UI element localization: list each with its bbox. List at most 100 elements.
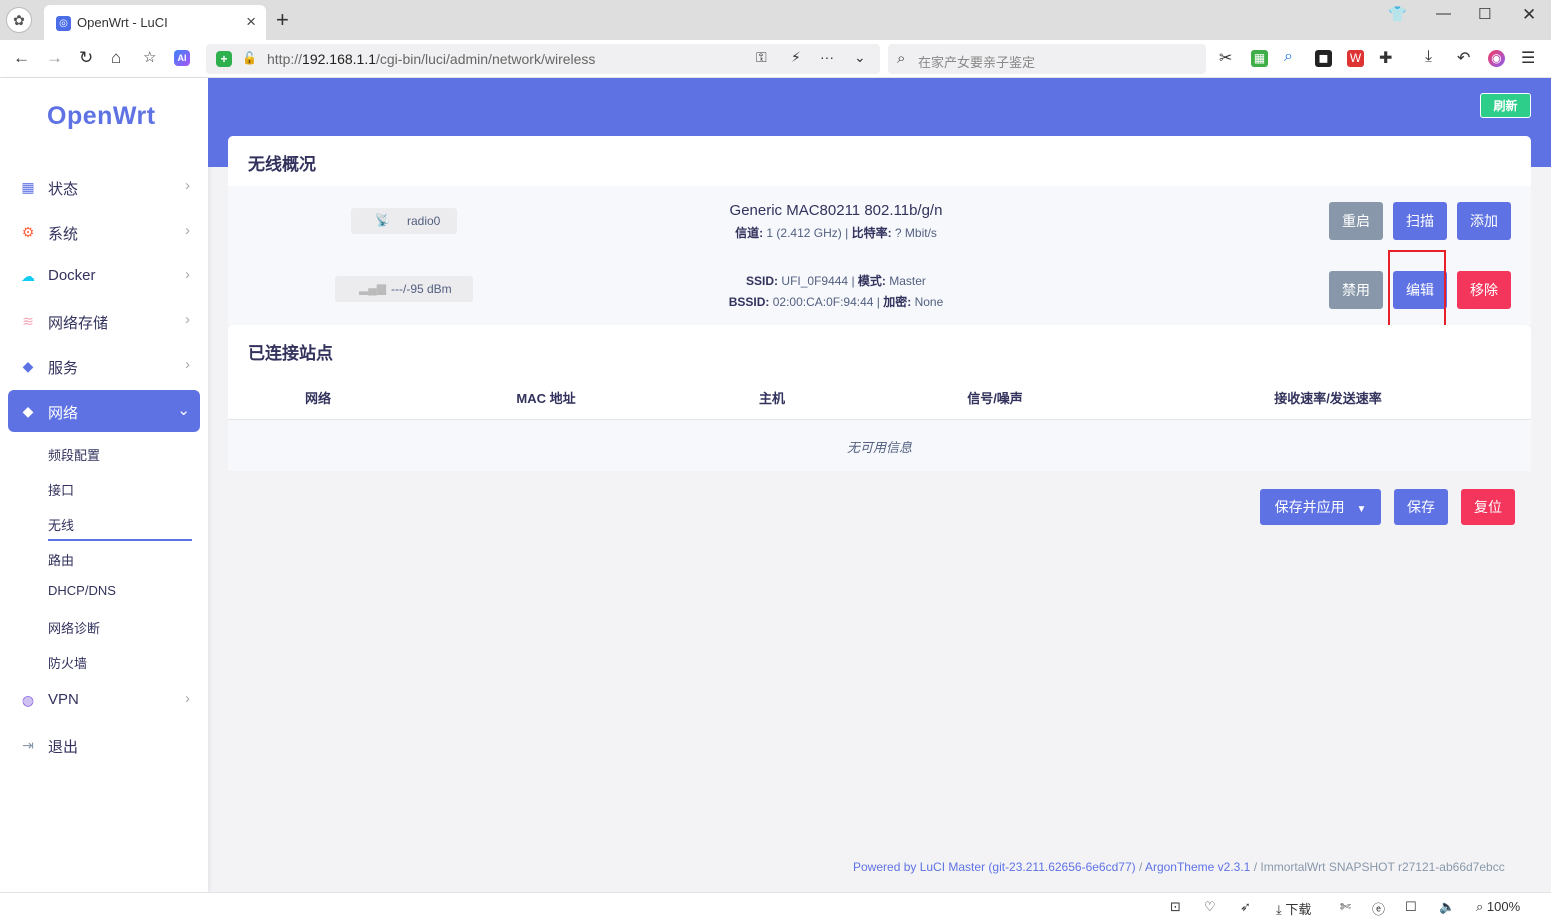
maximize-icon[interactable]: ☐ (1478, 5, 1491, 23)
chevron-right-icon: › (185, 690, 190, 707)
restart-button[interactable]: 重启 (1329, 202, 1383, 240)
chevron-down-icon: ⌄ (177, 402, 190, 419)
column-rate: 接收速率/发送速率 (1274, 391, 1382, 406)
chevron-down-icon[interactable]: ⌄ (854, 49, 866, 66)
wireless-overview-title: 无线概况 (248, 155, 316, 174)
save-apply-label: 保存并应用 (1274, 499, 1345, 515)
puzzle-icon[interactable]: ✚ (1379, 48, 1392, 68)
sidebar-sub-routes[interactable]: 路由 (48, 550, 74, 569)
zoom-icon: ⌕ (1476, 899, 1484, 914)
column-mac: MAC 地址 (516, 391, 576, 406)
refresh-button[interactable]: 刷新 (1480, 93, 1531, 118)
add-button[interactable]: 添加 (1457, 202, 1511, 240)
save-button[interactable]: 保存 (1394, 489, 1448, 525)
browser-logo-icon[interactable]: ✿ (6, 7, 32, 33)
storage-icon: ≋ (22, 313, 34, 329)
sidebar-item-label: 状态 (48, 181, 79, 198)
ai-assistant-icon[interactable]: AI (174, 50, 190, 66)
sidebar-item-docker[interactable]: ☁ Docker › (8, 255, 200, 297)
chevron-right-icon: › (185, 222, 190, 239)
theme-link[interactable]: ArgonTheme v2.3.1 (1145, 860, 1250, 874)
page-footer: Powered by LuCI Master (git-23.211.62656… (853, 860, 1505, 874)
edit-highlight-box (1388, 250, 1446, 332)
insecure-icon[interactable]: 🔓 (242, 51, 257, 65)
grid-extension-icon[interactable]: ▦ (1251, 50, 1268, 67)
sidebar-item-label: VPN (48, 691, 79, 708)
close-window-icon[interactable]: ✕ (1522, 5, 1536, 25)
table-row: 无可用信息 (228, 420, 1531, 471)
chevron-right-icon: › (185, 266, 190, 283)
search-box[interactable]: ⌕ 在家产女要亲子鉴定 (888, 44, 1206, 74)
scissors-icon[interactable]: ✂ (1219, 48, 1232, 68)
home-icon[interactable]: ⌂ (111, 48, 121, 68)
sidebar-item-system[interactable]: ⚙ 系统 › (8, 211, 200, 253)
lightning-icon[interactable]: ⚡ (791, 49, 801, 66)
security-shield-icon[interactable]: + (216, 51, 232, 67)
scan-button[interactable]: 扫描 (1393, 202, 1447, 240)
docker-icon: ☁ (21, 268, 35, 284)
ai-ring-icon[interactable]: ◉ (1488, 50, 1505, 67)
ie-icon[interactable]: ⓔ (1372, 899, 1385, 918)
remove-button[interactable]: 移除 (1457, 271, 1511, 309)
caret-down-icon: ▼ (1356, 504, 1367, 515)
game-extension-icon[interactable]: ◼ (1315, 50, 1332, 67)
network-ssid-info: SSID: UFI_0F9444 | 模式: Master (746, 274, 926, 288)
sidebar-sub-interfaces[interactable]: 接口 (48, 480, 74, 499)
sidebar-item-label: 服务 (48, 360, 79, 377)
new-tab-icon[interactable]: + (276, 7, 289, 33)
search-icon: ⌕ (897, 50, 906, 67)
cut-icon[interactable]: ✄ (1340, 899, 1351, 915)
key-icon[interactable]: ⚿ (756, 49, 767, 66)
sidebar-item-vpn[interactable]: ◍ VPN › (8, 679, 200, 721)
save-apply-button[interactable]: 保存并应用 ▼ (1260, 489, 1381, 525)
sidebar-item-status[interactable]: ▦ 状态 › (8, 166, 200, 208)
window-icon[interactable]: ☐ (1405, 899, 1417, 915)
empty-message: 无可用信息 (846, 440, 912, 455)
magnifier-extension-icon[interactable]: ⌕ (1284, 48, 1293, 66)
close-tab-icon[interactable]: × (246, 12, 256, 32)
sidebar-item-storage[interactable]: ≋ 网络存储 › (8, 300, 200, 342)
network-bssid-info: BSSID: 02:00:CA:0F:94:44 | 加密: None (728, 295, 944, 309)
download-status-button[interactable]: ⤓ 下载 (1276, 899, 1311, 918)
sidebar-sub-wireless[interactable]: 无线 (48, 515, 74, 534)
active-sub-indicator (48, 539, 192, 541)
sidebar-item-logout[interactable]: ⇥ 退出 (8, 724, 200, 766)
gear-icon: ⚙ (21, 224, 35, 240)
undo-icon[interactable]: ↶ (1457, 48, 1470, 68)
sidebar-item-services[interactable]: ◆ 服务 › (8, 345, 200, 387)
reload-icon[interactable]: ↻ (79, 48, 93, 68)
sidebar-sub-diagnostics[interactable]: 网络诊断 (48, 618, 100, 637)
word-extension-icon[interactable]: W (1347, 50, 1364, 67)
sidebar-sub-dhcp[interactable]: DHCP/DNS (48, 583, 116, 598)
brand-logo[interactable]: OpenWrt (47, 102, 156, 131)
sidebar-sub-firewall[interactable]: 防火墙 (48, 653, 87, 672)
shirt-icon[interactable]: 👕 (1388, 5, 1407, 23)
radio-name: Generic MAC80211 802.11b/g/n (729, 202, 943, 219)
browser-tab[interactable]: ◎ OpenWrt - LuCI × (44, 5, 266, 40)
search-input[interactable]: 在家产女要亲子鉴定 (918, 52, 1035, 71)
zoom-button[interactable]: ⌕ 100% (1476, 899, 1520, 915)
download-icon[interactable]: ⤓ (1425, 48, 1432, 66)
menu-icon[interactable]: ☰ (1521, 48, 1535, 68)
forward-icon[interactable]: → (46, 48, 63, 68)
sidebar-item-label: 网络 (48, 405, 79, 422)
reset-button[interactable]: 复位 (1461, 489, 1515, 525)
minimize-icon[interactable]: — (1436, 5, 1451, 22)
image-icon[interactable]: ⊡ (1170, 899, 1181, 915)
address-bar[interactable]: + 🔓 http://192.168.1.1/cgi-bin/luci/admi… (206, 44, 880, 74)
heartbeat-icon[interactable]: ♡ (1204, 899, 1216, 915)
browser-status-bar: ⊡ ♡ ➶ ⤓ 下载 ✄ ⓔ ☐ 🔈 ⌕ 100% (0, 892, 1551, 920)
favorites-icon[interactable]: ☆ (143, 48, 156, 66)
disable-button[interactable]: 禁用 (1329, 271, 1383, 309)
sidebar-sub-bands[interactable]: 频段配置 (48, 445, 100, 464)
url-text[interactable]: http://192.168.1.1/cgi-bin/luci/admin/ne… (267, 51, 595, 67)
globe-icon: ◍ (21, 692, 35, 708)
back-icon[interactable]: ← (13, 48, 30, 68)
more-icon[interactable]: ··· (820, 49, 834, 65)
speaker-icon[interactable]: 🔈 (1439, 899, 1455, 915)
luci-link[interactable]: Powered by LuCI Master (git-23.211.62656… (853, 860, 1136, 874)
build-info: ImmortalWrt SNAPSHOT r27121-ab66d7ebcc (1260, 860, 1505, 874)
sidebar-item-network[interactable]: ◆ 网络 ⌄ (8, 390, 200, 432)
rocket-icon[interactable]: ➶ (1240, 899, 1251, 915)
download-icon: ⤓ (1276, 902, 1282, 917)
